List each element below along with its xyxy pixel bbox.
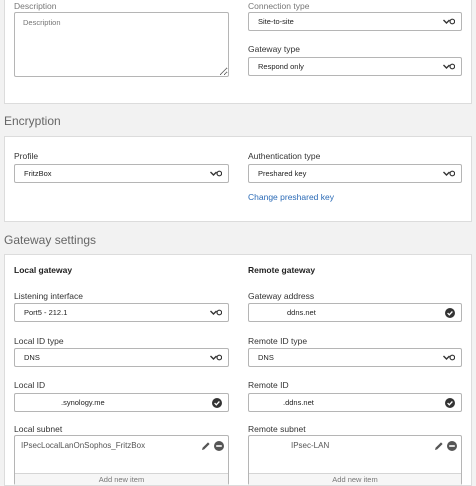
chevron-down-icon — [442, 353, 455, 362]
add-new-item-button[interactable]: Add new item — [15, 473, 228, 485]
remote-subnet-label: Remote subnet — [248, 424, 306, 434]
check-circle-icon — [445, 308, 455, 318]
pencil-icon[interactable] — [434, 441, 444, 451]
profile-value: FritzBox — [24, 169, 52, 178]
connection-type-select[interactable]: Site-to-site — [248, 12, 462, 31]
local-id-type-label: Local ID type — [14, 336, 64, 346]
check-circle-icon — [445, 398, 455, 408]
list-item[interactable]: IPsec-LAN — [249, 436, 461, 456]
gateway-type-select[interactable]: Respond only — [248, 57, 462, 76]
chevron-down-icon — [209, 308, 222, 317]
list-item[interactable]: IPsecLocalLanOnSophos_FritzBox — [15, 436, 228, 456]
local-id-input[interactable]: .synology.me — [14, 393, 229, 412]
listening-interface-select[interactable]: Port5 - 212.1 — [14, 303, 229, 322]
minus-circle-icon[interactable] — [214, 441, 224, 451]
pencil-icon[interactable] — [201, 441, 211, 451]
encryption-section-title: Encryption — [4, 114, 61, 128]
check-circle-icon — [212, 398, 222, 408]
local-subnet-list: IPsecLocalLanOnSophos_FritzBox Add new i… — [14, 435, 229, 485]
connection-type-label: Connection type — [248, 1, 310, 11]
connection-type-value: Site-to-site — [258, 17, 294, 26]
profile-select[interactable]: FritzBox — [14, 164, 229, 183]
remote-id-type-select[interactable]: DNS — [248, 348, 462, 367]
remote-gateway-heading: Remote gateway — [248, 265, 316, 275]
gateway-type-value: Respond only — [258, 62, 304, 71]
remote-id-input[interactable]: .ddns.net — [248, 393, 462, 412]
description-label: Description — [14, 1, 57, 11]
gateway-address-input[interactable]: ddns.net — [248, 303, 462, 322]
chevron-down-icon — [442, 169, 455, 178]
remote-id-type-value: DNS — [258, 353, 274, 362]
listening-interface-label: Listening interface — [14, 291, 83, 301]
add-new-item-button[interactable]: Add new item — [249, 473, 461, 485]
profile-label: Profile — [14, 151, 39, 161]
local-id-value: .synology.me — [61, 398, 105, 407]
remote-id-value: .ddns.net — [283, 398, 314, 407]
local-id-label: Local ID — [14, 380, 46, 390]
local-subnet-item-label: IPsecLocalLanOnSophos_FritzBox — [21, 441, 146, 450]
chevron-down-icon — [209, 353, 222, 362]
local-gateway-heading: Local gateway — [14, 265, 73, 275]
chevron-down-icon — [209, 169, 222, 178]
chevron-down-icon — [442, 62, 455, 71]
change-preshared-key-link[interactable]: Change preshared key — [248, 192, 334, 202]
remote-id-label: Remote ID — [248, 380, 289, 390]
remote-subnet-list: IPsec-LAN Add new item — [248, 435, 462, 485]
listening-interface-value: Port5 - 212.1 — [24, 308, 68, 317]
local-id-type-select[interactable]: DNS — [14, 348, 229, 367]
auth-type-select[interactable]: Preshared key — [248, 164, 462, 183]
description-textarea[interactable] — [14, 12, 229, 77]
auth-type-value: Preshared key — [258, 169, 307, 178]
chevron-down-icon — [442, 17, 455, 26]
auth-type-label: Authentication type — [248, 151, 321, 161]
gateway-section-title: Gateway settings — [4, 233, 97, 247]
gateway-address-label: Gateway address — [248, 291, 315, 301]
local-subnet-label: Local subnet — [14, 424, 63, 434]
minus-circle-icon[interactable] — [447, 441, 457, 451]
remote-subnet-item-label: IPsec-LAN — [291, 441, 330, 450]
gateway-address-value: ddns.net — [287, 308, 316, 317]
remote-id-type-label: Remote ID type — [248, 336, 308, 346]
gateway-type-label: Gateway type — [248, 44, 300, 54]
local-id-type-value: DNS — [24, 353, 40, 362]
